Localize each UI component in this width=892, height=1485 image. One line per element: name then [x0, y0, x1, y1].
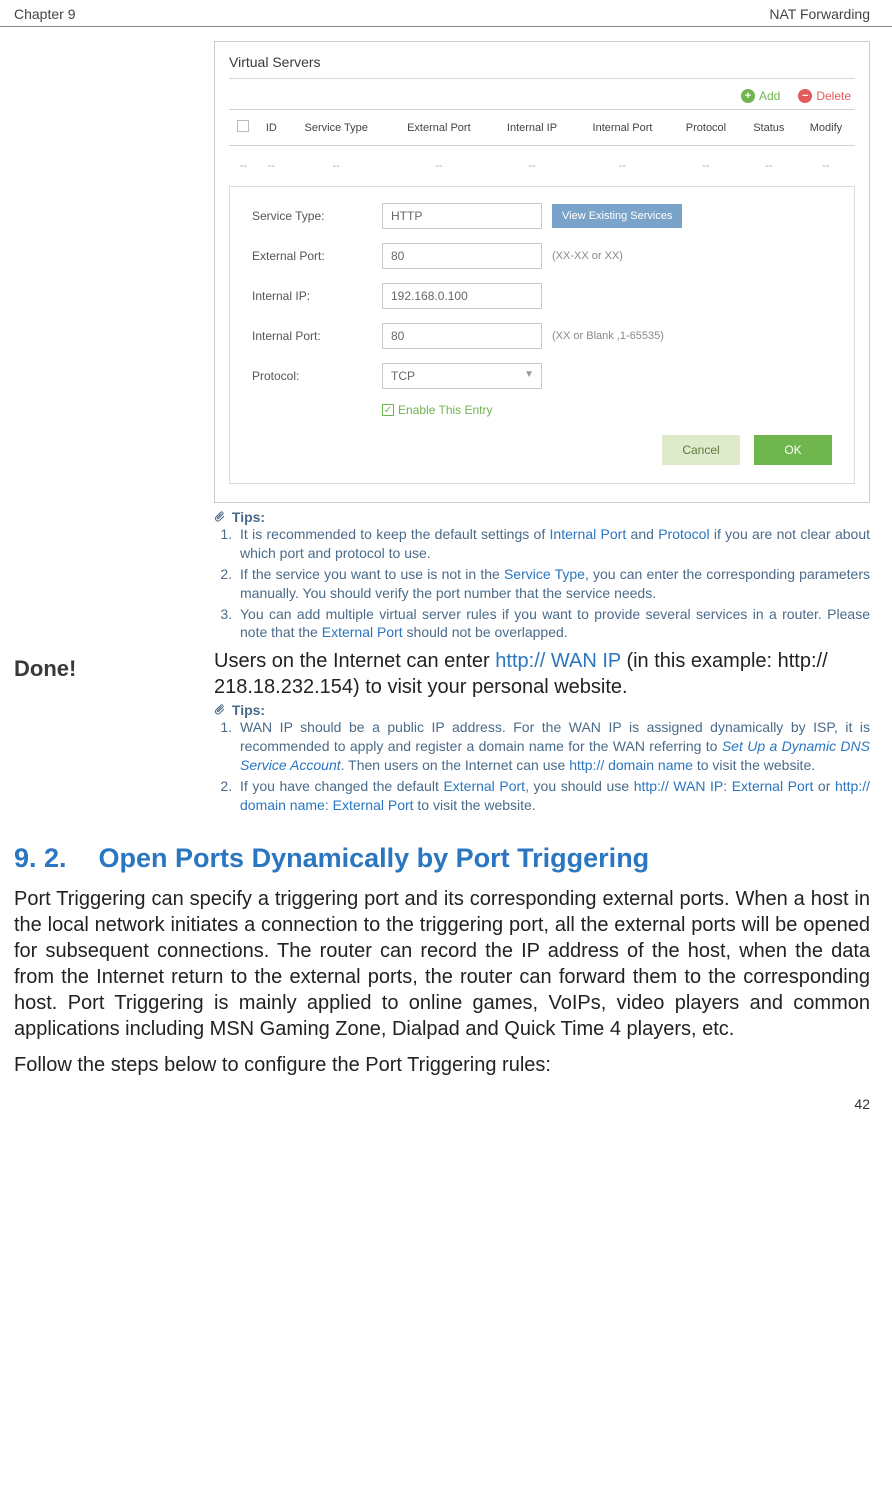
section-title: Open Ports Dynamically by Port Triggerin… — [99, 843, 650, 873]
add-button[interactable]: + Add — [741, 89, 780, 103]
col-service-type: Service Type — [285, 110, 388, 146]
minus-icon: − — [798, 89, 812, 103]
delete-label: Delete — [816, 89, 851, 103]
section-heading: 9. 2. Open Ports Dynamically by Port Trig… — [14, 843, 870, 874]
service-type-input[interactable] — [382, 203, 542, 229]
virtual-servers-panel: Virtual Servers + Add − Delete ID — [214, 41, 870, 503]
col-protocol: Protocol — [671, 110, 740, 146]
col-internal-port: Internal Port — [574, 110, 672, 146]
paperclip-icon — [214, 510, 226, 524]
delete-button[interactable]: − Delete — [798, 89, 851, 103]
service-type-label: Service Type: — [252, 209, 382, 223]
col-status: Status — [741, 110, 797, 146]
plus-icon: + — [741, 89, 755, 103]
form-panel: Service Type: View Existing Services Ext… — [229, 186, 855, 484]
external-port-input[interactable] — [382, 243, 542, 269]
col-internal-ip: Internal IP — [490, 110, 573, 146]
internal-ip-label: Internal IP: — [252, 289, 382, 303]
internal-ip-input[interactable] — [382, 283, 542, 309]
enable-label: Enable This Entry — [398, 403, 493, 417]
ok-button[interactable]: OK — [754, 435, 832, 465]
add-label: Add — [759, 89, 780, 103]
internal-port-input[interactable] — [382, 323, 542, 349]
chevron-down-icon: ▼ — [524, 369, 534, 380]
body-paragraph: Follow the steps below to configure the … — [14, 1052, 870, 1078]
virtual-servers-table: ID Service Type External Port Internal I… — [229, 109, 855, 186]
tip-item: If you have changed the default External… — [236, 777, 870, 815]
external-port-hint: (XX-XX or XX) — [552, 250, 623, 262]
col-id: ID — [258, 110, 285, 146]
tip-item: If the service you want to use is not in… — [236, 565, 870, 603]
protocol-select[interactable]: ▼ — [382, 363, 542, 389]
internal-port-label: Internal Port: — [252, 329, 382, 343]
chapter-label: Chapter 9 — [14, 6, 75, 22]
paperclip-icon — [214, 703, 226, 717]
tips-block-2: Tips: WAN IP should be a public IP addre… — [214, 702, 870, 814]
check-icon: ✓ — [382, 404, 394, 416]
tip-item: WAN IP should be a public IP address. Fo… — [236, 718, 870, 775]
col-modify: Modify — [797, 110, 855, 146]
col-checkbox — [229, 110, 258, 146]
checkbox-icon[interactable] — [237, 120, 249, 132]
page-number: 42 — [0, 1096, 892, 1122]
topic-label: NAT Forwarding — [769, 6, 870, 22]
tip-item: It is recommended to keep the default se… — [236, 525, 870, 563]
table-row: -- -- -- -- -- -- -- -- -- — [229, 146, 855, 187]
col-external-port: External Port — [387, 110, 490, 146]
section-number: 9. 2. — [14, 843, 67, 874]
tips-block: Tips: It is recommended to keep the defa… — [214, 509, 870, 642]
protocol-label: Protocol: — [252, 369, 382, 383]
external-port-label: External Port: — [252, 249, 382, 263]
view-existing-button[interactable]: View Existing Services — [552, 204, 682, 228]
done-paragraph: Users on the Internet can enter http:// … — [214, 648, 870, 700]
body-paragraph: Port Triggering can specify a triggering… — [14, 886, 870, 1042]
cancel-button[interactable]: Cancel — [662, 435, 740, 465]
page-header: Chapter 9 NAT Forwarding — [0, 0, 892, 27]
panel-title: Virtual Servers — [229, 54, 855, 79]
done-label: Done! — [14, 656, 214, 682]
tip-item: You can add multiple virtual server rule… — [236, 605, 870, 643]
internal-port-hint: (XX or Blank ,1-65535) — [552, 330, 664, 342]
enable-entry-checkbox[interactable]: ✓ Enable This Entry — [252, 403, 832, 417]
